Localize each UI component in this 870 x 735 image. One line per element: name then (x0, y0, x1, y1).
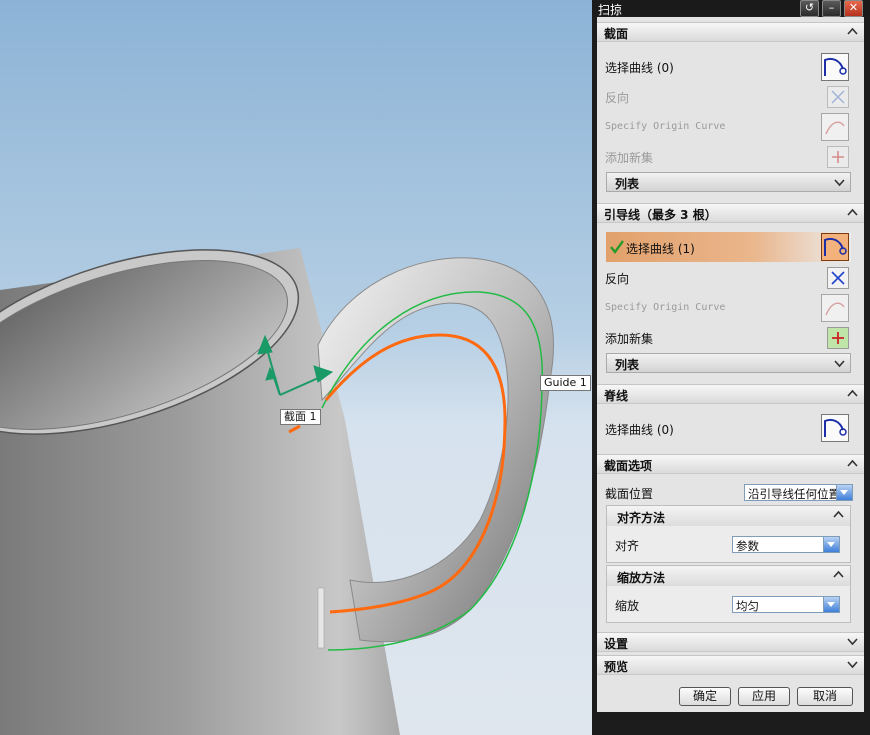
graphics-viewport[interactable]: 截面 1 Guide 1 (0, 0, 592, 735)
section-group-header[interactable]: 截面 (597, 22, 864, 42)
section-list-label: 列表 (615, 177, 640, 191)
chevron-down-icon (834, 360, 845, 368)
ok-button[interactable]: 确定 (679, 687, 731, 706)
reset-icon[interactable]: ↺ (800, 0, 819, 17)
section-group-title: 截面 (604, 27, 629, 41)
close-icon[interactable]: ✕ (844, 0, 863, 17)
dropdown-arrow-icon[interactable] (836, 485, 852, 500)
guide-add-new-set-button[interactable] (827, 327, 849, 349)
chevron-down-icon (834, 179, 845, 187)
section-options-title: 截面选项 (604, 459, 653, 473)
settings-group-header[interactable]: 设置 (597, 632, 864, 652)
section-select-curve-label: 选择曲线 (0) (605, 61, 674, 75)
cancel-button[interactable]: 取消 (797, 687, 853, 706)
guide-select-curve-button[interactable] (821, 233, 849, 261)
scaling-select[interactable]: 均匀 (732, 596, 840, 613)
section-specify-origin-label: Specify Origin Curve (605, 121, 726, 132)
chevron-down-icon (847, 661, 858, 669)
guide-select-curve-label: 选择曲线 (1) (626, 242, 695, 256)
curve-select-icon (824, 237, 847, 256)
scaling-value: 均匀 (736, 599, 759, 613)
chevron-up-icon (847, 208, 858, 216)
dialog-titlebar[interactable]: 扫掠 ↺ – ✕ (592, 0, 870, 17)
alignment-label: 对齐 (615, 539, 640, 553)
guide-list-toggle[interactable]: 列表 (606, 353, 851, 373)
add-set-icon (832, 151, 844, 163)
origin-curve-icon (825, 302, 845, 316)
section-list-toggle[interactable]: 列表 (606, 172, 851, 192)
section-reverse-button[interactable] (827, 86, 849, 108)
guide-list-label: 列表 (615, 358, 640, 372)
origin-curve-icon (825, 121, 845, 135)
scaling-group-title: 缩放方法 (617, 571, 666, 585)
curve-select-icon (824, 57, 847, 76)
mug-model (0, 248, 554, 735)
section-select-curve-button[interactable] (821, 53, 849, 81)
guide-reverse-label: 反向 (605, 272, 630, 286)
chevron-up-icon (847, 389, 858, 397)
reverse-direction-icon (831, 90, 845, 104)
section-specify-origin-button[interactable] (821, 113, 849, 141)
guide-specify-origin-button[interactable] (821, 294, 849, 322)
guide-1-label[interactable]: Guide 1 (540, 375, 591, 391)
alignment-group: 对齐方法 对齐 参数 (606, 505, 851, 563)
dropdown-arrow-icon[interactable] (823, 597, 839, 612)
preview-group-title: 预览 (604, 660, 629, 674)
section-add-new-set-label: 添加新集 (605, 151, 654, 165)
dialog-title: 扫掠 (598, 3, 623, 17)
settings-group-title: 设置 (604, 637, 629, 651)
section-position-value: 沿引导线任何位置 (748, 487, 836, 501)
guide-group-title: 引导线（最多 3 根） (604, 208, 717, 222)
section-add-new-set-button[interactable] (827, 146, 849, 168)
add-set-icon (832, 332, 844, 344)
chevron-up-icon (847, 27, 858, 35)
spine-group-title: 脊线 (604, 389, 629, 403)
dropdown-arrow-icon[interactable] (823, 537, 839, 552)
section-options-header[interactable]: 截面选项 (597, 454, 864, 474)
dialog-body: 截面 选择曲线 (0) 反向 Specify Origin Curve 添加新集… (597, 17, 864, 712)
alignment-group-header[interactable]: 对齐方法 (607, 506, 850, 526)
spine-select-curve-label: 选择曲线 (0) (605, 423, 674, 437)
alignment-value: 参数 (736, 539, 759, 553)
alignment-select[interactable]: 参数 (732, 536, 840, 553)
scaling-label: 缩放 (615, 599, 640, 613)
section-position-select[interactable]: 沿引导线任何位置 (744, 484, 853, 501)
chevron-up-icon (833, 510, 844, 518)
spine-group-header[interactable]: 脊线 (597, 384, 864, 404)
section-1-label[interactable]: 截面 1 (280, 409, 321, 425)
guide-select-curve-row[interactable]: 选择曲线 (1) (606, 232, 851, 262)
reverse-direction-icon (831, 271, 845, 285)
guide-specify-origin-label: Specify Origin Curve (605, 302, 726, 313)
spine-select-curve-button[interactable] (821, 414, 849, 442)
minimize-icon[interactable]: – (822, 0, 841, 17)
checkmark-icon (610, 240, 624, 254)
section-reverse-label: 反向 (605, 91, 630, 105)
section-position-label: 截面位置 (605, 487, 654, 501)
scaling-group: 缩放方法 缩放 均匀 (606, 565, 851, 623)
alignment-group-title: 对齐方法 (617, 511, 666, 525)
apply-button[interactable]: 应用 (738, 687, 790, 706)
sweep-dialog: 扫掠 ↺ – ✕ 截面 选择曲线 (0) 反向 Specify Origin C… (592, 0, 870, 735)
chevron-down-icon (847, 638, 858, 646)
chevron-up-icon (847, 459, 858, 467)
chevron-up-icon (833, 570, 844, 578)
scaling-group-header[interactable]: 缩放方法 (607, 566, 850, 586)
guide-add-new-set-label: 添加新集 (605, 332, 654, 346)
guide-reverse-button[interactable] (827, 267, 849, 289)
curve-select-icon (824, 418, 847, 437)
preview-group-header[interactable]: 预览 (597, 655, 864, 675)
guide-group-header[interactable]: 引导线（最多 3 根） (597, 203, 864, 223)
